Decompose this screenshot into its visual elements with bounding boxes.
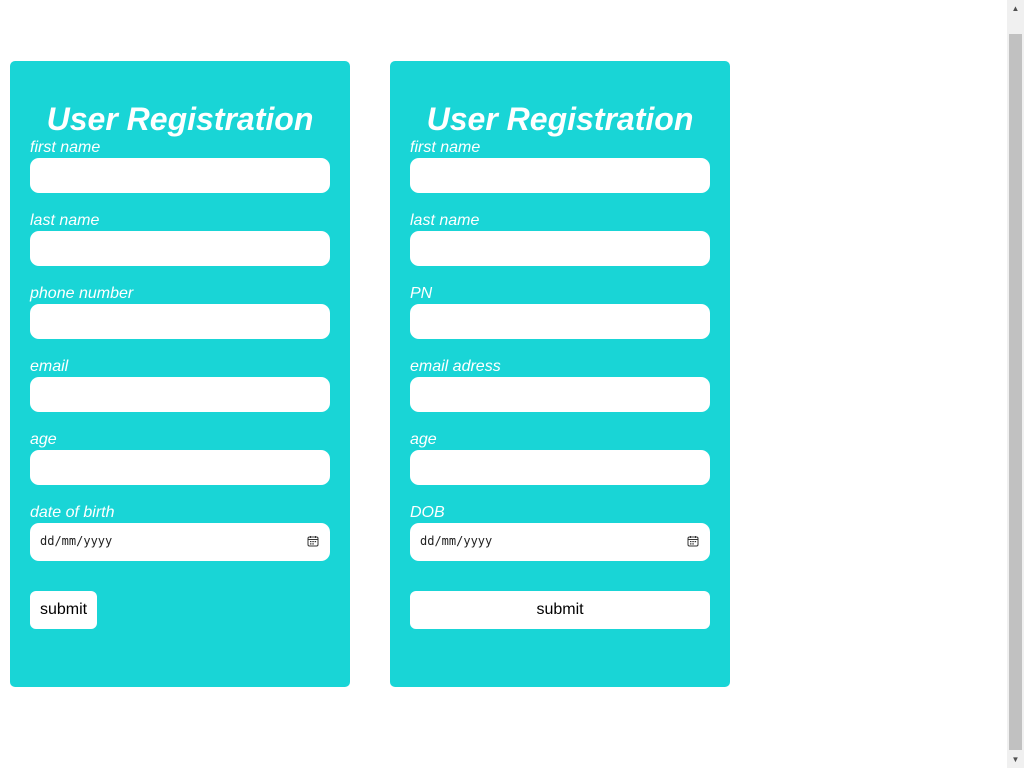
age-label: age xyxy=(30,431,57,448)
calendar-icon[interactable] xyxy=(307,535,319,547)
form-title: User Registration xyxy=(426,101,694,137)
age-label: age xyxy=(410,431,437,448)
age-input[interactable] xyxy=(410,450,710,485)
scrollbar-thumb[interactable] xyxy=(1009,34,1022,750)
scroll-down-arrow-icon[interactable]: ▼ xyxy=(1007,751,1024,768)
date-placeholder: dd/mm/yyyy xyxy=(420,534,493,548)
calendar-icon[interactable] xyxy=(687,535,699,547)
date-of-birth-input[interactable]: dd/mm/yyyy xyxy=(410,523,710,561)
submit-button[interactable]: submit xyxy=(410,591,710,629)
date-placeholder: dd/mm/yyyy xyxy=(40,534,113,548)
email-label: email xyxy=(30,358,69,375)
first-name-input[interactable] xyxy=(410,158,710,193)
email-address-input[interactable] xyxy=(410,377,710,412)
last-name-input[interactable] xyxy=(30,231,330,266)
last-name-input[interactable] xyxy=(410,231,710,266)
phone-number-label: PN xyxy=(410,285,433,302)
registration-form-right: User Registration first name last name P… xyxy=(390,61,730,687)
scroll-up-arrow-icon[interactable]: ▲ xyxy=(1007,0,1024,17)
age-input[interactable] xyxy=(30,450,330,485)
email-input[interactable] xyxy=(30,377,330,412)
last-name-label: last name xyxy=(410,212,480,229)
first-name-input[interactable] xyxy=(30,158,330,193)
date-of-birth-label: date of birth xyxy=(30,504,115,521)
submit-button[interactable]: submit xyxy=(30,591,98,629)
date-of-birth-label: DOB xyxy=(410,504,445,521)
phone-number-label: phone number xyxy=(30,285,134,302)
first-name-label: first name xyxy=(30,139,101,156)
first-name-label: first name xyxy=(410,139,481,156)
phone-number-input[interactable] xyxy=(30,304,330,339)
phone-number-input[interactable] xyxy=(410,304,710,339)
vertical-scrollbar[interactable]: ▲ ▼ xyxy=(1007,0,1024,768)
page: User Registration first name last name p… xyxy=(0,0,1024,768)
last-name-label: last name xyxy=(30,212,100,229)
form-title: User Registration xyxy=(46,101,314,137)
registration-form-left: User Registration first name last name p… xyxy=(10,61,350,687)
date-of-birth-input[interactable]: dd/mm/yyyy xyxy=(30,523,330,561)
email-address-label: email adress xyxy=(410,358,501,375)
